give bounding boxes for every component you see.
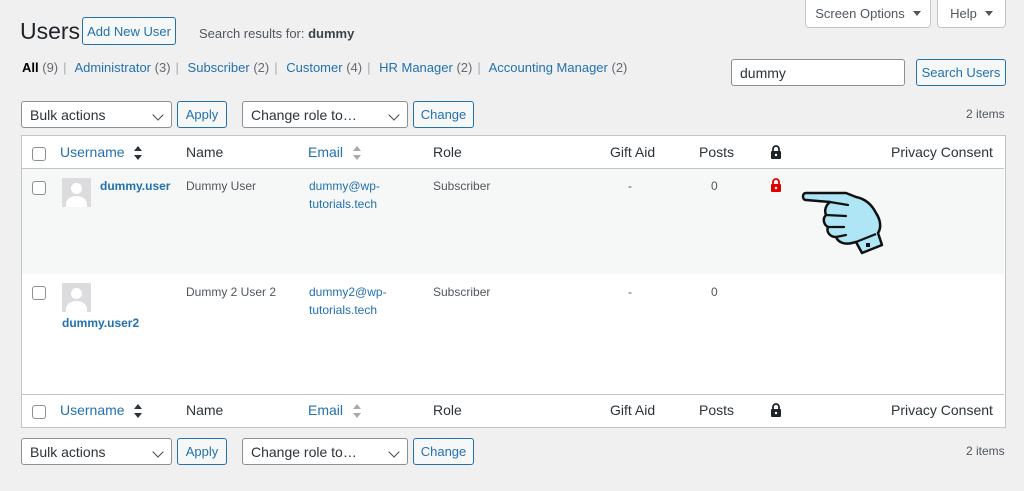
lock-icon [771, 145, 781, 159]
sort-arrows-icon [134, 404, 143, 419]
items-count: 2 items [966, 107, 1005, 121]
search-results-text: Search results for: dummy [199, 26, 355, 41]
users-table: Username Name Email Role Gift Aid Posts … [21, 135, 1006, 428]
select-all-checkbox[interactable] [32, 405, 46, 419]
change-button[interactable]: Change [413, 101, 474, 128]
column-gift-aid: Gift Aid [610, 402, 656, 418]
search-term: dummy [308, 26, 355, 41]
role-filter-links: All (9) | Administrator (3) | Subscriber (… [22, 60, 628, 75]
table-row: dummy.user Dummy User dummy@wp- tutorial… [22, 169, 1004, 274]
chevron-down-icon [388, 109, 400, 121]
posts-count[interactable]: 0 [711, 179, 718, 193]
filter-subscriber[interactable]: Subscriber [188, 60, 250, 75]
search-input[interactable]: dummy [731, 59, 905, 86]
posts-count[interactable]: 0 [711, 285, 718, 299]
search-users-button[interactable]: Search Users [916, 59, 1006, 86]
row-checkbox[interactable] [32, 286, 46, 300]
column-email[interactable]: Email [308, 144, 361, 161]
user-name: Dummy 2 User 2 [186, 285, 277, 299]
column-posts: Posts [699, 402, 735, 418]
add-new-user-button[interactable]: Add New User [82, 17, 176, 45]
column-username[interactable]: Username [60, 402, 143, 419]
pointing-hand-icon [801, 191, 884, 255]
user-role: Subscriber [433, 285, 491, 299]
filter-all[interactable]: All [22, 60, 39, 75]
filter-administrator[interactable]: Administrator [74, 60, 151, 75]
apply-button[interactable]: Apply [177, 101, 227, 128]
sort-arrows-icon [352, 404, 361, 419]
filter-customer[interactable]: Customer [286, 60, 342, 75]
bulk-actions-select[interactable]: Bulk actions [21, 438, 172, 465]
avatar [62, 283, 91, 312]
sort-arrows-icon [134, 146, 143, 161]
column-name: Name [186, 144, 224, 160]
filter-hr-manager[interactable]: HR Manager [379, 60, 453, 75]
chevron-down-icon [152, 446, 164, 458]
column-role: Role [433, 402, 462, 418]
column-email[interactable]: Email [308, 402, 361, 419]
help-button[interactable]: Help [937, 0, 1006, 28]
row-checkbox[interactable] [32, 181, 46, 195]
user-name: Dummy User [186, 179, 257, 193]
column-role: Role [433, 144, 462, 160]
help-label: Help [950, 6, 977, 21]
screen-options-label: Screen Options [815, 6, 905, 21]
column-privacy-consent: Privacy Consent [891, 402, 993, 418]
page-title: Users [20, 18, 81, 44]
sort-arrows-icon [352, 146, 361, 161]
user-role: Subscriber [433, 179, 491, 193]
username-link[interactable]: dummy.user2 [62, 316, 139, 330]
apply-button[interactable]: Apply [177, 438, 227, 465]
lock-icon[interactable] [770, 178, 782, 193]
filter-accounting-manager[interactable]: Accounting Manager [489, 60, 608, 75]
table-footer: Username Name Email Role Gift Aid Posts … [22, 394, 1004, 427]
gift-aid-value: - [628, 179, 632, 193]
column-privacy-consent: Privacy Consent [891, 144, 993, 160]
column-name: Name [186, 402, 224, 418]
gift-aid-value: - [628, 285, 632, 299]
email-link[interactable]: dummy@wp- tutorials.tech [309, 177, 380, 213]
change-button[interactable]: Change [413, 438, 474, 465]
change-role-select[interactable]: Change role to… [242, 101, 408, 128]
email-link[interactable]: dummy2@wp- tutorials.tech [309, 283, 387, 319]
caret-down-icon [912, 11, 921, 16]
chevron-down-icon [388, 446, 400, 458]
column-posts: Posts [699, 144, 735, 160]
screen-options-button[interactable]: Screen Options [805, 0, 931, 28]
chevron-down-icon [152, 109, 164, 121]
column-gift-aid: Gift Aid [610, 144, 656, 160]
username-link[interactable]: dummy.user [100, 179, 170, 193]
lock-icon [771, 403, 781, 417]
select-all-checkbox[interactable] [32, 147, 46, 161]
avatar [62, 178, 91, 207]
change-role-select[interactable]: Change role to… [242, 438, 408, 465]
table-header: Username Name Email Role Gift Aid Posts … [22, 136, 1004, 169]
column-username[interactable]: Username [60, 144, 143, 161]
table-row: dummy.user2 Dummy 2 User 2 dummy2@wp- tu… [22, 274, 1004, 394]
items-count: 2 items [966, 444, 1005, 458]
bulk-actions-select[interactable]: Bulk actions [21, 101, 172, 128]
caret-down-icon [984, 11, 993, 16]
